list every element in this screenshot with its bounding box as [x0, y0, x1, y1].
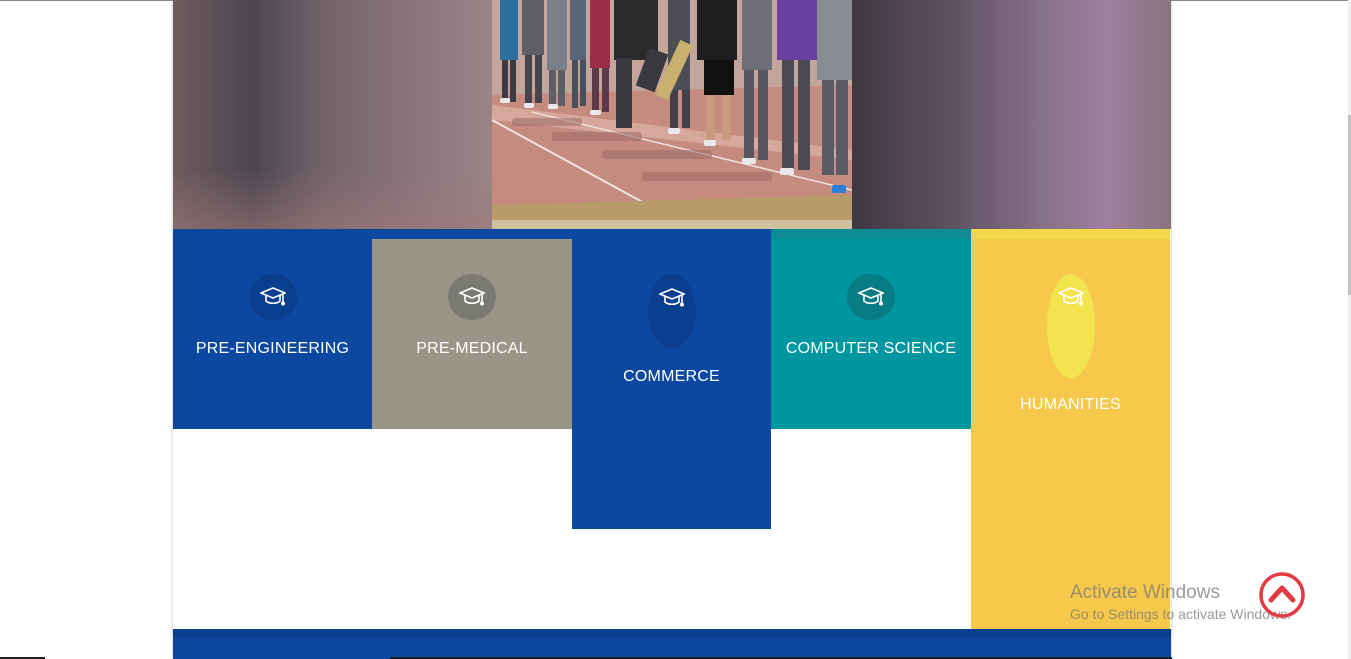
course-tile-computer-science[interactable]: COMPUTER SCIENCE: [771, 229, 971, 429]
graduation-cap-icon: [847, 274, 895, 320]
page-container: PRE-ENGINEERING PRE-MEDICAL COMMERCE COM…: [173, 0, 1171, 659]
course-label: PRE-MEDICAL: [416, 340, 528, 357]
hero-banner: [173, 0, 1171, 229]
course-label: COMMERCE: [623, 368, 720, 385]
chevron-up-icon: [1259, 572, 1305, 618]
course-tile-pre-medical[interactable]: PRE-MEDICAL: [372, 229, 572, 429]
scroll-to-top-button[interactable]: [1258, 571, 1306, 619]
course-tile-commerce[interactable]: COMMERCE: [572, 229, 771, 529]
hero-photo-runners-on-track: [492, 0, 852, 229]
course-label: COMPUTER SCIENCE: [785, 340, 957, 357]
course-tile-pre-engineering[interactable]: PRE-ENGINEERING: [173, 229, 372, 429]
course-tile-humanities[interactable]: HUMANITIES: [971, 229, 1170, 629]
graduation-cap-icon: [448, 274, 496, 320]
course-label: PRE-ENGINEERING: [195, 340, 350, 357]
hero-blurred-background-right: [851, 0, 1171, 229]
graduation-cap-icon: [248, 274, 297, 320]
graduation-cap-icon: [647, 274, 696, 348]
footer-bar: [173, 629, 1171, 659]
graduation-cap-icon: [1046, 274, 1095, 378]
hero-blurred-background-left: [173, 0, 493, 229]
course-label: HUMANITIES: [1020, 396, 1121, 413]
